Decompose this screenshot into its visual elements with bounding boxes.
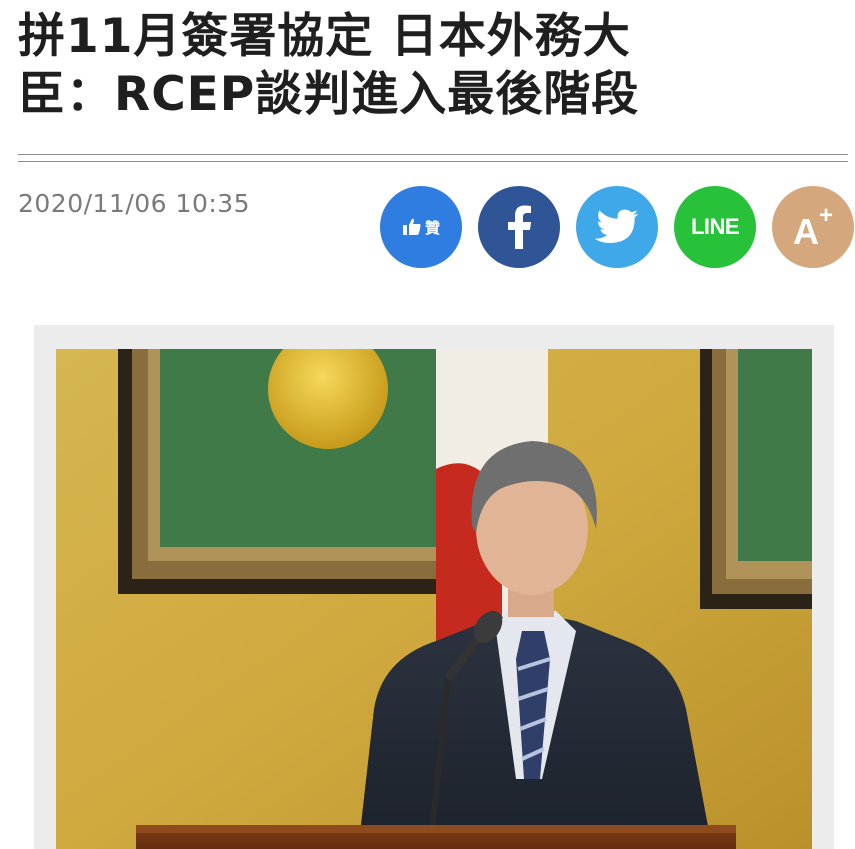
font-size-button[interactable]: A+	[772, 186, 854, 268]
article-page: 拼11月簽署協定 日本外務大 臣：RCEP談判進入最後階段 2020/11/06…	[0, 0, 855, 849]
font-size-plus: +	[818, 201, 833, 229]
line-share-button[interactable]: LINE	[674, 186, 756, 268]
font-size-icon: A+	[792, 202, 833, 253]
twitter-icon	[595, 209, 638, 243]
facebook-icon	[508, 205, 531, 249]
headline-line-1: 拼11月簽署協定 日本外務大	[18, 9, 631, 64]
like-label: 贊	[424, 218, 440, 237]
thumbs-up-icon	[402, 218, 421, 235]
facebook-share-button[interactable]	[478, 186, 560, 268]
twitter-share-button[interactable]	[576, 186, 658, 268]
article-photo-frame	[34, 325, 834, 849]
headline-line-2: 臣：RCEP談判進入最後階段	[18, 67, 640, 122]
share-bar: 贊 LINE A+	[380, 186, 854, 268]
publish-timestamp: 2020/11/06 10:35	[18, 189, 251, 218]
article-headline: 拼11月簽署協定 日本外務大 臣：RCEP談判進入最後階段	[18, 8, 838, 124]
headline-divider	[18, 154, 848, 162]
line-icon: LINE	[690, 214, 740, 239]
like-button[interactable]: 贊	[380, 186, 462, 268]
font-size-letter: A	[792, 210, 819, 252]
speaker-at-podium-photo	[56, 349, 812, 849]
